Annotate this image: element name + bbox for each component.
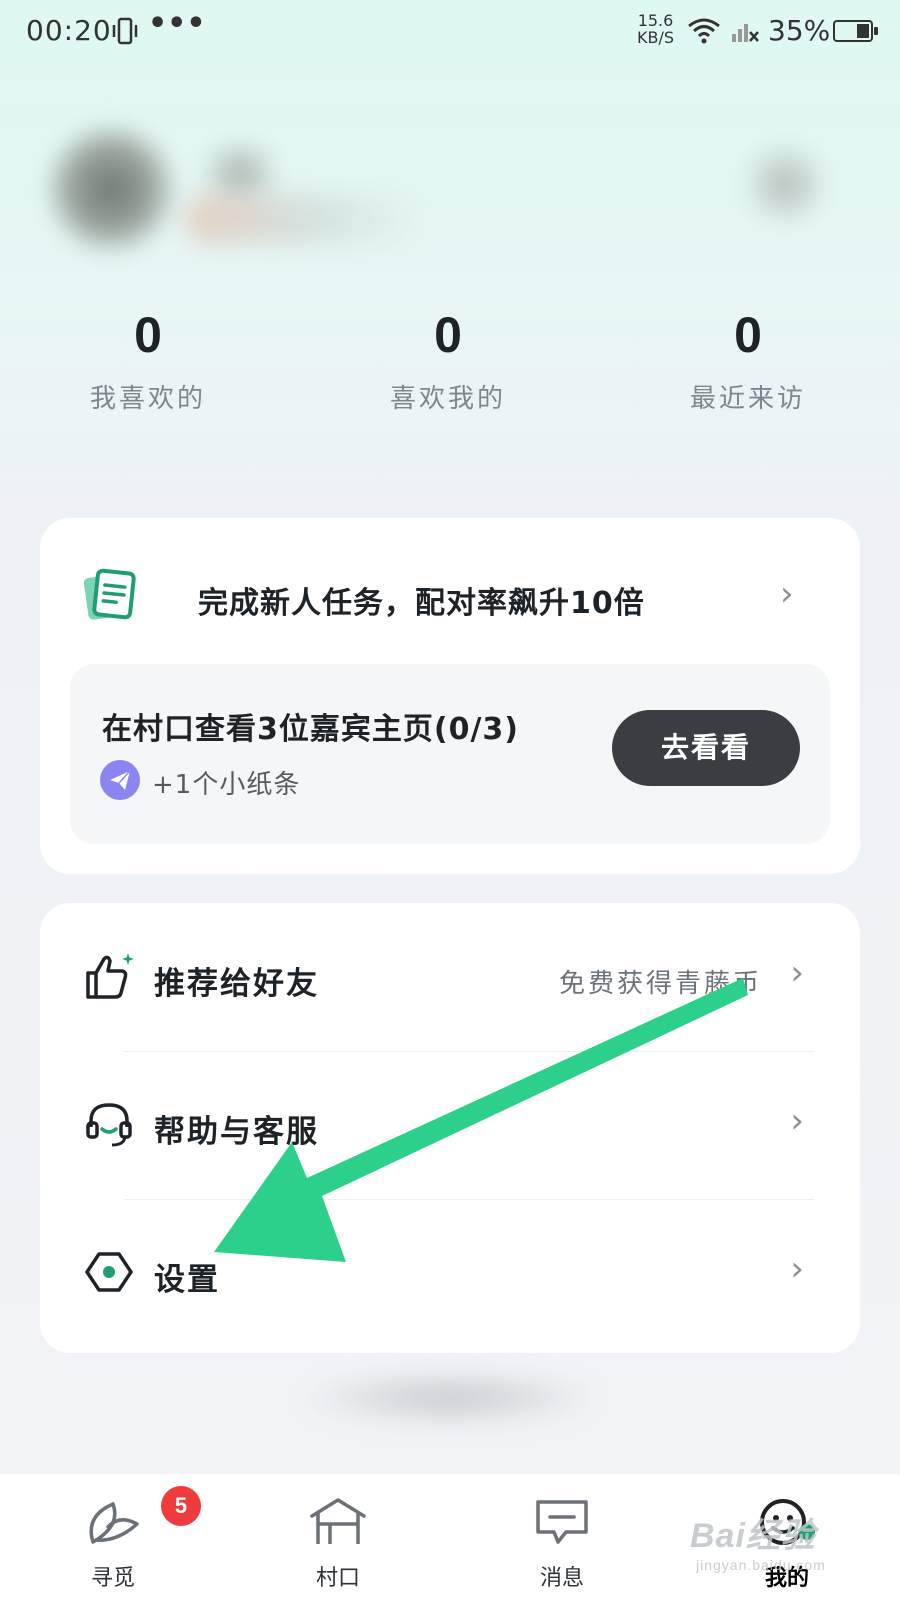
menu-item-recommend[interactable]: 推荐给好友 免费获得青藤币 › [40,903,860,1053]
profile-info-blurred [185,194,425,244]
menu-card: 推荐给好友 免费获得青藤币 › 帮助与客服 › 设置 › [40,903,860,1353]
tab-label: 寻觅 [90,1566,135,1591]
menu-label: 设置 [154,1262,220,1298]
stat-value: 0 [134,307,162,363]
menu-item-settings[interactable]: 设置 › [40,1199,860,1349]
leaf-icon [83,1494,143,1554]
watermark-brand: Bai经验 [690,1517,816,1555]
watermark-url: jingyan.baidu.com [696,1557,826,1573]
stat-i-like[interactable]: 0 我喜欢的 [48,300,248,415]
stat-likes-me[interactable]: 0 喜欢我的 [348,300,548,415]
headset-icon [84,1099,134,1153]
newbie-task-card: 完成新人任务，配对率飙升10倍 › 在村口查看3位嘉宾主页(0/3) +1个小纸… [40,518,860,874]
menu-label: 推荐给好友 [154,966,319,1002]
stat-label: 喜欢我的 [389,384,506,414]
subtask-title: 在村口查看3位嘉宾主页(0/3) [102,712,520,747]
unread-badge: 5 [161,1486,201,1526]
network-speed: 15.6 KB/S [637,12,674,46]
chevron-right-icon: › [790,953,804,993]
chevron-right-icon: › [790,1101,804,1141]
stat-recent-visitors[interactable]: 0 最近来访 [648,300,848,415]
tab-discover[interactable]: 5 寻觅 [43,1474,201,1600]
blurred-footer-text [300,1368,600,1428]
reward-text: +1个小纸条 [152,770,301,800]
status-bar: 00:20 ••• 15.6 KB/S 35% [0,0,900,64]
avatar[interactable] [46,124,176,254]
go-see-button[interactable]: 去看看 [612,710,800,786]
profile-header[interactable] [0,84,900,264]
wifi-icon [686,16,722,48]
chevron-right-icon: › [790,1249,804,1289]
settings-hexagon-icon [84,1247,134,1301]
thumbs-up-icon [84,951,136,1005]
network-speed-unit: KB/S [637,28,675,47]
stat-value: 0 [434,307,462,363]
task-clipboard-icon [83,566,138,628]
menu-hint: 免费获得青藤币 [558,969,762,999]
signal-icon [730,16,760,48]
chevron-right-icon: › [780,574,794,614]
subtask-panel: 在村口查看3位嘉宾主页(0/3) +1个小纸条 去看看 [70,664,830,844]
paper-plane-icon [100,760,140,800]
more-notifications: ••• [148,6,206,41]
village-gate-icon [308,1494,368,1554]
battery-percent: 35% [768,14,831,47]
vibrate-icon [112,16,138,50]
tab-village[interactable]: 村口 [268,1474,408,1600]
tab-label: 消息 [539,1566,584,1591]
task-title: 完成新人任务，配对率飙升10倍 [198,586,645,621]
menu-item-help[interactable]: 帮助与客服 › [40,1051,860,1201]
task-header[interactable]: 完成新人任务，配对率飙升10倍 › [83,566,824,630]
stat-label: 最近来访 [689,384,806,414]
network-speed-value: 15.6 [637,11,674,30]
tab-label: 村口 [315,1566,360,1591]
tab-messages[interactable]: 消息 [492,1474,632,1600]
stat-value: 0 [734,307,762,363]
watermark: Bai经验 jingyan.baidu.com [690,1508,826,1573]
battery-icon [833,20,878,42]
message-icon [532,1494,592,1554]
stats-row: 0 我喜欢的 0 喜欢我的 0 最近来访 [0,300,900,440]
status-time: 00:20 [26,14,112,47]
menu-label: 帮助与客服 [154,1114,319,1150]
stat-label: 我喜欢的 [89,384,206,414]
profile-edit-blurred[interactable] [735,144,835,224]
